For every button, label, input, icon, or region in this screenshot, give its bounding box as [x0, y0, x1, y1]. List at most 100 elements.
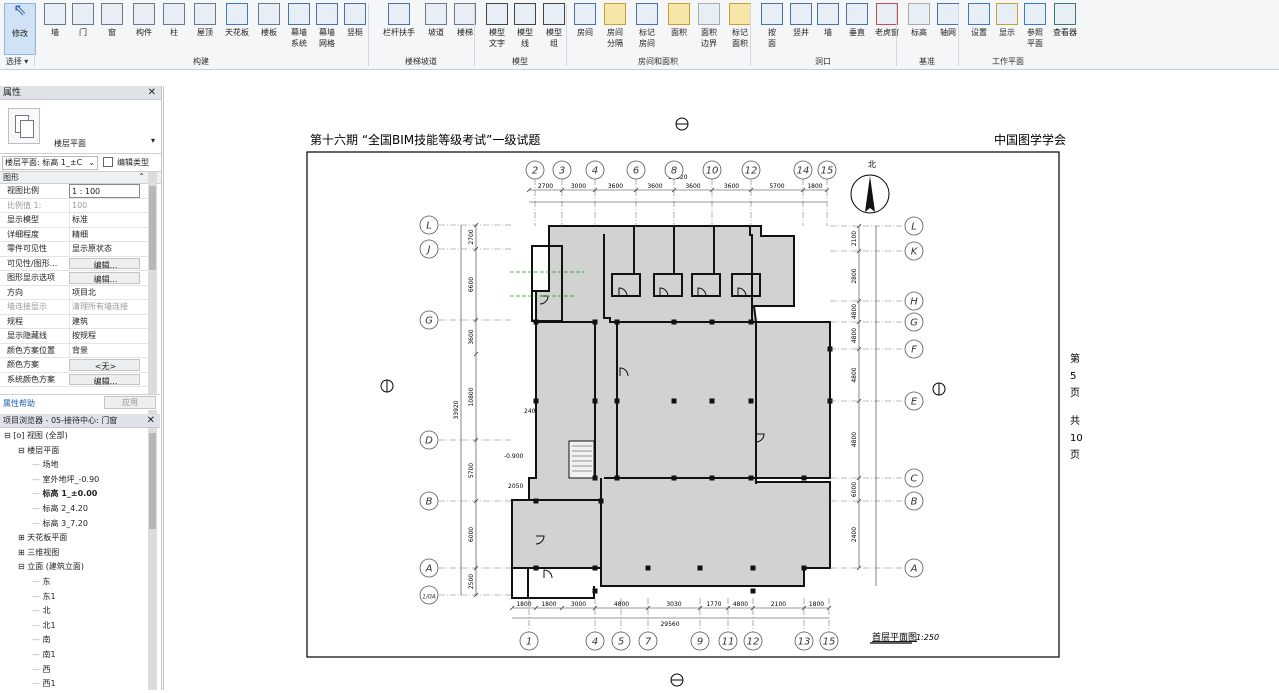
property-value[interactable]: 背景 — [69, 343, 140, 357]
tool-viewer-button[interactable]: 查看器 — [1050, 3, 1080, 55]
property-value[interactable]: 显示原状态 — [69, 242, 140, 256]
tool-floor-button[interactable]: 楼板 — [254, 3, 284, 55]
tool-ceiling-button[interactable]: 天花板 — [222, 3, 252, 55]
tool-area-button[interactable]: 面积 — [666, 3, 692, 55]
browser-item[interactable]: — 标高 1_±0.00 — [32, 487, 97, 501]
edit-type-icon[interactable] — [103, 157, 113, 167]
tool-column-button[interactable]: 柱 — [162, 3, 186, 55]
tool-dormer-button[interactable]: 老虎窗 — [872, 3, 902, 55]
property-row[interactable]: 墙连接显示 清理所有墙连接 — [0, 300, 150, 315]
collapse-icon[interactable]: ⊟ — [4, 431, 13, 440]
browser-item[interactable]: ⊟ 立面 (建筑立面) — [18, 560, 84, 574]
browser-item[interactable]: — 南 — [32, 633, 51, 647]
close-icon[interactable]: ✕ — [148, 86, 156, 100]
tool-level-button[interactable]: 标高 — [906, 3, 932, 55]
expand-icon[interactable]: ⊞ — [18, 533, 27, 542]
property-row[interactable]: 视图比例 1 : 100 — [0, 184, 150, 199]
property-value[interactable]: 项目北 — [69, 285, 140, 299]
property-row[interactable]: 可见性/图形... 编辑... — [0, 257, 150, 271]
property-value[interactable]: 按规程 — [69, 329, 140, 343]
property-row[interactable]: 系统颜色方案 编辑... — [0, 373, 150, 387]
property-value[interactable]: 建筑 — [69, 314, 140, 328]
type-selector[interactable]: 楼层平面 ▾ — [0, 100, 161, 154]
tool-model-group-button[interactable]: 模型 组 — [540, 3, 568, 55]
tool-curtain-system-button[interactable]: 幕墙 系统 — [286, 3, 312, 55]
sheet-view[interactable]: 第十六期 “全国BIM技能等级考试”一级试题 中国图学学会 第5页共10页 -0… — [164, 86, 1279, 690]
browser-item[interactable]: — 北1 — [32, 619, 56, 633]
tool-tag-room-button[interactable]: 标记 房间 — [632, 3, 662, 55]
tool-window-button[interactable]: 窗 — [98, 3, 126, 55]
tool-by-face-button[interactable]: 按 面 — [760, 3, 784, 55]
property-row[interactable]: 颜色方案 <无> — [0, 358, 150, 373]
property-value[interactable]: 清理所有墙连接 — [69, 300, 140, 314]
property-row[interactable]: 详细程度 精细 — [0, 227, 150, 242]
tool-model-line-button[interactable]: 模型 线 — [512, 3, 538, 55]
dimension-text: 3600 — [724, 183, 739, 190]
browser-item[interactable]: ⊟ 楼层平面 — [18, 444, 59, 458]
tool-show-workplane-button[interactable]: 显示 — [994, 3, 1020, 55]
tool-railing-button[interactable]: 栏杆扶手 — [378, 3, 420, 55]
browser-item[interactable]: — 西 — [32, 663, 51, 677]
collapse-icon[interactable]: ⌃ — [138, 172, 145, 181]
chevron-down-icon[interactable]: ▾ — [151, 136, 155, 145]
browser-item-label: 东 — [42, 577, 51, 586]
property-value[interactable]: 100 — [69, 198, 140, 212]
browser-scrollbar[interactable] — [148, 429, 157, 690]
tool-room-button[interactable]: 房间 — [572, 3, 598, 55]
tool-shaft-button[interactable]: 竖井 — [788, 3, 814, 55]
tool-wall-button[interactable]: 墙 — [42, 3, 68, 55]
property-edit-button[interactable]: 编辑... — [69, 257, 140, 270]
close-icon[interactable]: ✕ — [147, 414, 155, 428]
browser-item[interactable]: ⊞ 天花板平面 — [18, 531, 67, 545]
tool-ref-plane-button[interactable]: 参照 平面 — [1022, 3, 1048, 55]
tool-ramp-button[interactable]: 坡道 — [424, 3, 448, 55]
expand-icon[interactable]: ⊞ — [18, 548, 27, 557]
property-edit-button[interactable]: <无> — [69, 359, 140, 371]
property-row[interactable]: 规程 建筑 — [0, 314, 150, 329]
browser-item[interactable]: — 标高 2_4.20 — [32, 502, 88, 516]
property-row[interactable]: 显示模型 标准 — [0, 213, 150, 228]
browser-item[interactable]: — 室外地坪_-0.90 — [32, 473, 99, 487]
properties-help-link[interactable]: 属性帮助 — [3, 398, 35, 409]
browser-item[interactable]: — 西1 — [32, 677, 56, 690]
browser-item[interactable]: — 场地 — [32, 458, 59, 472]
tool-model-text-button[interactable]: 模型 文字 — [484, 3, 510, 55]
tool-vertical-opening-button[interactable]: 垂直 — [844, 3, 870, 55]
tool-curtain-grid-button[interactable]: 幕墙 网格 — [314, 3, 340, 55]
property-row[interactable]: 颜色方案位置 背景 — [0, 343, 150, 358]
property-edit-button[interactable]: 编辑... — [69, 272, 140, 284]
browser-item[interactable]: ⊟ [o] 视图 (全部) — [4, 429, 68, 443]
property-row[interactable]: 图形显示选项 编辑... — [0, 271, 150, 286]
collapse-icon[interactable]: ⊟ — [18, 562, 27, 571]
edit-type-button[interactable]: 编辑类型 — [117, 157, 149, 168]
property-row[interactable]: 显示隐藏线 按规程 — [0, 329, 150, 344]
property-row[interactable]: 比例值 1: 100 — [0, 198, 150, 213]
property-edit-button[interactable]: 编辑... — [69, 373, 140, 386]
tool-roof-button[interactable]: 屋顶 — [190, 3, 220, 55]
tool-component-button[interactable]: 构件 — [128, 3, 160, 55]
apply-button[interactable]: 应用 — [104, 396, 156, 409]
tool-set-workplane-button[interactable]: 设置 — [966, 3, 992, 55]
browser-item[interactable]: — 南1 — [32, 648, 56, 662]
tool-door-button[interactable]: 门 — [70, 3, 96, 55]
browser-item[interactable]: — 东1 — [32, 590, 56, 604]
tool-mullion-button[interactable]: 竖梃 — [342, 3, 368, 55]
browser-item[interactable]: — 东 — [32, 575, 51, 589]
browser-item[interactable]: — 标高 3_7.20 — [32, 517, 88, 531]
tool-wall-opening-button[interactable]: 墙 — [816, 3, 840, 55]
tool-cursor-button[interactable]: ⇖ 修改 — [4, 2, 36, 55]
property-value[interactable]: 标准 — [69, 213, 140, 227]
tool-stair-button[interactable]: 楼梯 — [450, 3, 480, 55]
ribbon-group-label[interactable]: 选择 ▾ — [0, 56, 34, 68]
collapse-icon[interactable]: ⊟ — [18, 446, 27, 455]
drawing-canvas[interactable]: 第十六期 “全国BIM技能等级考试”一级试题 中国图学学会 第 5 页共 10 页 — [163, 86, 1279, 690]
property-row[interactable]: 方向 项目北 — [0, 285, 150, 300]
browser-item[interactable]: ⊞ 三维视图 — [18, 546, 59, 560]
property-value[interactable]: 精细 — [69, 227, 140, 241]
browser-item[interactable]: — 北 — [32, 604, 51, 618]
tool-area-boundary-button[interactable]: 面积 边界 — [696, 3, 722, 55]
property-value[interactable]: 1 : 100 — [69, 184, 140, 198]
property-row[interactable]: 零件可见性 显示原状态 — [0, 242, 150, 257]
tool-room-separator-button[interactable]: 房间 分隔 — [600, 3, 630, 55]
view-instance-selector[interactable]: 楼层平面: 标高 1_±C ⌄ — [2, 156, 98, 170]
